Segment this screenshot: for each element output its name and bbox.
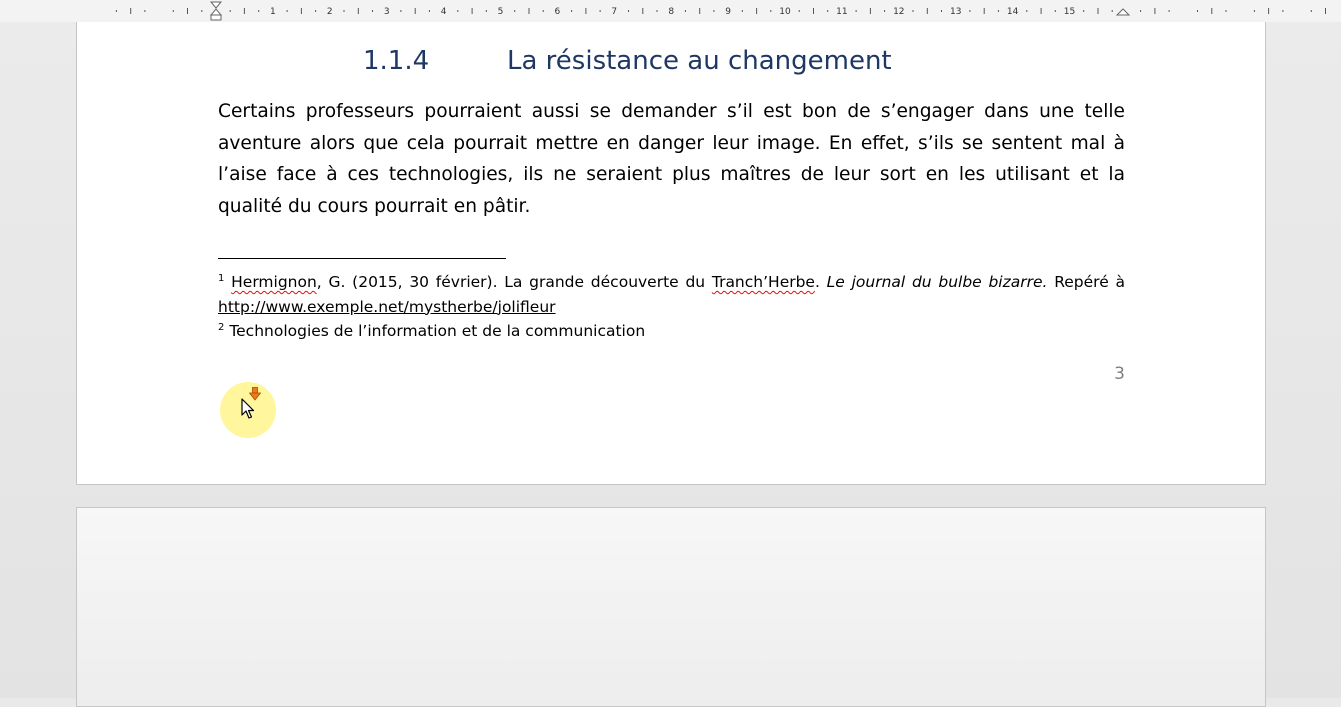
mouse-pointer-icon — [241, 398, 255, 419]
footnote-1-url-line: http://www.exemple.net/mystherbe/jolifle… — [218, 295, 1125, 320]
ruler-label: 7 — [611, 7, 617, 17]
ruler-label: 5 — [498, 7, 504, 17]
ruler-label: 10 — [779, 7, 791, 17]
ruler-label: 9 — [725, 7, 731, 17]
ruler-label: 2 — [327, 7, 333, 17]
left-indent-icon — [210, 14, 222, 21]
footnote-link[interactable]: http://www.exemple.net/mystherbe/jolifle… — [218, 298, 556, 316]
ruler-scale: 1 2 3 4 5 6 7 8 9 10 11 12 13 14 15 — [115, 1, 1326, 21]
document-page[interactable]: 1.1.4 La résistance au changement Certain… — [76, 22, 1266, 485]
hanging-indent-icon — [209, 8, 223, 16]
footnotes-area[interactable]: 1 Hermignon, G. (2015, 30 février). La g… — [218, 270, 1125, 344]
footnote-text: . — [814, 273, 827, 291]
footnote-author: Hermignon — [231, 273, 317, 291]
footnote-mark: 1 — [218, 273, 225, 284]
ruler-label: 14 — [1007, 7, 1019, 17]
footnote-mark: 2 — [218, 322, 225, 333]
horizontal-ruler[interactable]: 1 2 3 4 5 6 7 8 9 10 11 12 13 14 15 — [0, 0, 1341, 22]
right-indent-icon — [1115, 8, 1131, 16]
ruler-label: 11 — [836, 7, 847, 17]
ruler-label: 4 — [441, 7, 447, 17]
heading-title: La résistance au changement — [507, 46, 892, 76]
document-canvas[interactable]: 1.1.4 La résistance au changement Certain… — [0, 22, 1341, 707]
section-heading: 1.1.4 La résistance au changement — [363, 46, 963, 76]
ruler-label: 15 — [1064, 7, 1075, 17]
ruler-label: 3 — [384, 7, 390, 17]
footnote-text: Repéré à — [1047, 273, 1125, 291]
footnote-2: 2 Technologies de l’information et de la… — [218, 319, 1125, 344]
footnote-journal: Le journal du bulbe bizarre. — [826, 273, 1048, 291]
ruler-label: 13 — [950, 7, 961, 17]
heading-number: 1.1.4 — [363, 46, 430, 76]
ruler-label: 12 — [893, 7, 904, 17]
body-paragraph[interactable]: Certains professeurs pourraient aussi se… — [218, 96, 1125, 222]
footnote-separator — [218, 258, 506, 259]
ruler-label: 8 — [668, 7, 674, 17]
footnote-term: Tranch’Herbe — [711, 273, 815, 291]
ruler-label: 6 — [555, 7, 561, 17]
first-line-indent-icon — [209, 1, 223, 9]
footnote-text: , G. (2015, 30 février). La grande décou… — [316, 273, 712, 291]
footnote-text: Technologies de l’information et de la c… — [229, 322, 646, 340]
footnote-1: 1 Hermignon, G. (2015, 30 février). La g… — [218, 270, 1125, 295]
document-page-next[interactable] — [76, 507, 1266, 707]
page-number: 3 — [1114, 364, 1125, 384]
ruler-label: 1 — [270, 7, 276, 17]
